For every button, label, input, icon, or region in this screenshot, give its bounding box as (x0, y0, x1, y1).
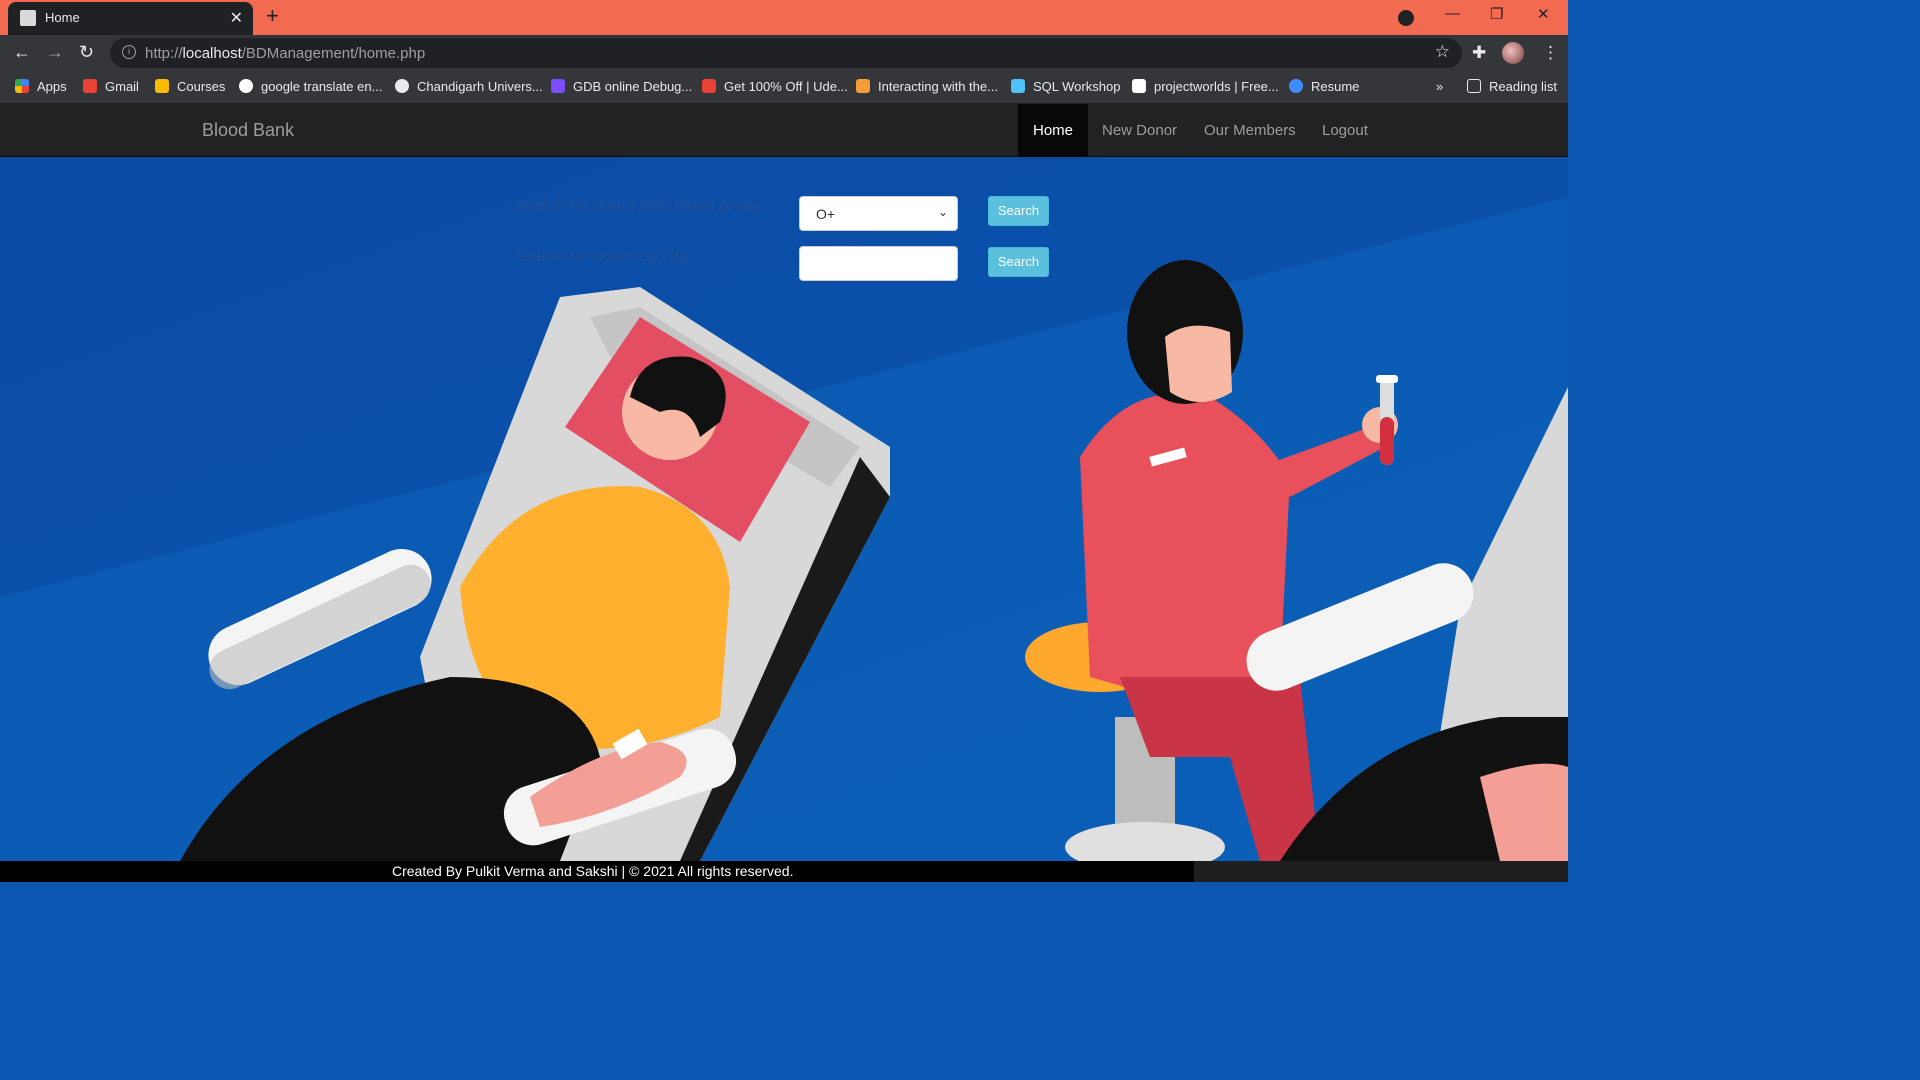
apps-grid-icon (15, 79, 29, 93)
reading-list-icon (1467, 79, 1481, 93)
tab-title: Home (45, 10, 80, 25)
blood-group-selected: O+ (816, 206, 836, 222)
courses-icon (155, 79, 169, 93)
close-tab-icon[interactable]: ✕ (230, 8, 243, 28)
bookmark-star-icon[interactable]: ☆ (1435, 42, 1450, 62)
new-tab-icon[interactable]: + (266, 3, 279, 29)
offer-icon (702, 79, 716, 93)
browser-toolbar: ← → ↻ i http://localhost/BDManagement/ho… (0, 35, 1568, 71)
search-city-button[interactable]: Search (988, 247, 1049, 277)
blood-donation-illustration (0, 157, 1568, 861)
site-navbar: Blood Bank Home New Donor Our Members Lo… (0, 104, 1568, 157)
footer-text: Created By Pulkit Verma and Sakshi | © 2… (392, 863, 794, 879)
nav-our-members[interactable]: Our Members (1189, 104, 1311, 157)
browser-tab-strip: Home ✕ + — ❐ ✕ (0, 0, 1568, 35)
forward-icon[interactable]: → (46, 42, 64, 63)
gdb-icon (551, 79, 565, 93)
minimize-icon[interactable]: — (1445, 5, 1460, 22)
window-close-icon[interactable]: ✕ (1537, 5, 1550, 23)
menu-icon[interactable]: ⋮ (1542, 43, 1559, 63)
bookmark-interacting[interactable]: Interacting with the... (856, 79, 998, 94)
bookmark-projectworlds[interactable]: projectworlds | Free... (1132, 79, 1279, 94)
sql-icon (1011, 79, 1025, 93)
site-brand[interactable]: Blood Bank (202, 120, 294, 141)
chevron-down-icon: ⌄ (937, 205, 948, 219)
google-icon (239, 79, 253, 93)
restore-icon[interactable]: ❐ (1490, 5, 1503, 23)
bookmark-gdb-online[interactable]: GDB online Debug... (551, 79, 692, 94)
bookmark-google-translate[interactable]: google translate en... (239, 79, 382, 94)
city-input[interactable] (799, 246, 958, 281)
hero-section: Search for donor with blood group O+ ⌄ S… (0, 157, 1568, 861)
bookmark-udemy-offer[interactable]: Get 100% Off | Ude... (702, 79, 848, 94)
globe-icon (395, 79, 409, 93)
bookmark-courses[interactable]: Courses (155, 79, 225, 94)
browser-tab-home[interactable]: Home ✕ (8, 2, 253, 35)
bookmark-resume[interactable]: Resume (1289, 79, 1359, 94)
address-url: http://localhost/BDManagement/home.php (145, 45, 426, 62)
site-info-icon[interactable]: i (122, 45, 136, 59)
handshake-icon (856, 79, 870, 93)
resume-icon (1289, 79, 1303, 93)
back-icon[interactable]: ← (13, 42, 31, 63)
nav-home[interactable]: Home (1018, 104, 1089, 157)
address-bar[interactable]: i http://localhost/BDManagement/home.php… (110, 38, 1462, 68)
bookmark-chandigarh[interactable]: Chandigarh Univers... (395, 79, 543, 94)
bookmark-sql-workshop[interactable]: SQL Workshop (1011, 79, 1120, 94)
profile-dropdown-icon[interactable] (1398, 10, 1414, 26)
bookmarks-bar: Apps Gmail Courses google translate en..… (0, 71, 1568, 104)
extensions-icon[interactable]: ✚ (1472, 43, 1486, 63)
bookmark-gmail[interactable]: Gmail (83, 79, 139, 94)
search-blood-group-button[interactable]: Search (988, 196, 1049, 226)
page-favicon-icon (20, 10, 36, 26)
site-footer: Created By Pulkit Verma and Sakshi | © 2… (0, 861, 1568, 882)
nav-new-donor[interactable]: New Donor (1087, 104, 1192, 157)
blood-group-select[interactable]: O+ ⌄ (799, 196, 958, 231)
reload-icon[interactable]: ↻ (79, 42, 94, 63)
bookmark-apps[interactable]: Apps (15, 79, 67, 94)
search-city-label: Search for donor by city (515, 248, 688, 265)
gmail-icon (83, 79, 97, 93)
profile-avatar[interactable] (1502, 42, 1524, 64)
projectworlds-icon (1132, 79, 1146, 93)
reading-list[interactable]: Reading list (1467, 79, 1557, 94)
search-blood-group-label: Search for donor with blood group (515, 197, 762, 214)
nav-logout[interactable]: Logout (1307, 104, 1383, 157)
more-bookmarks-icon[interactable]: » (1436, 79, 1443, 94)
